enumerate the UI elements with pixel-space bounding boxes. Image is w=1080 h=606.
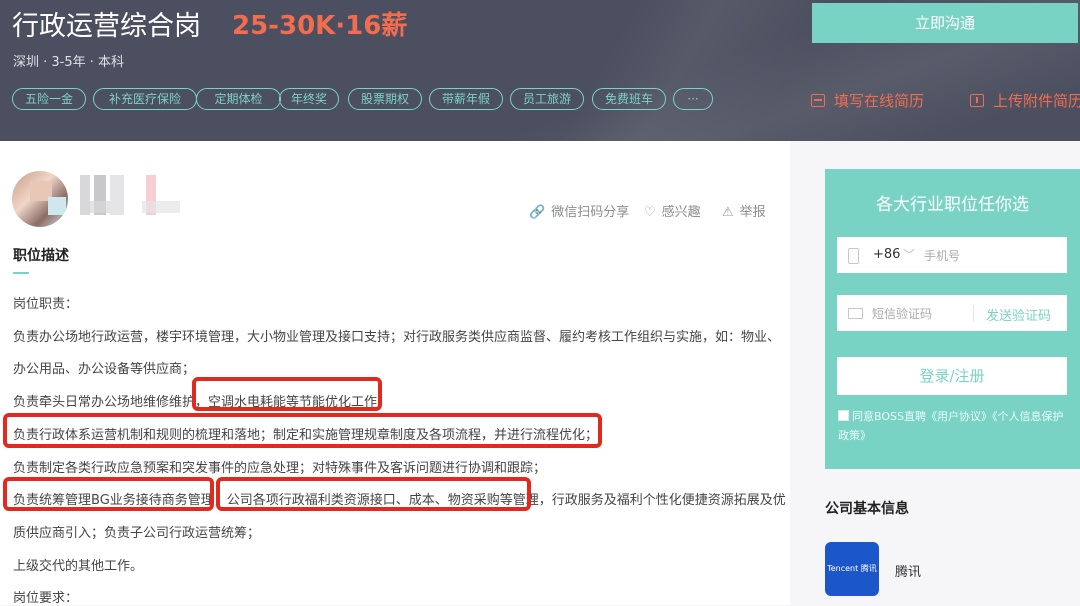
job-header: 行政运营综合岗 25-30K·16薪 深圳 · 3-5年 · 本科 五险一金 补… — [0, 0, 1080, 141]
login-panel: 各大行业职位任你选 +86 ﹀ 手机号 短信验证码 发送验证码 登录/注册 同意… — [825, 169, 1080, 469]
benefit-tag: 股票期权 — [348, 88, 422, 110]
company-logo[interactable]: Tencent 腾讯 — [825, 542, 879, 596]
share-label: 微信扫码分享 — [551, 205, 630, 220]
report-button[interactable]: ⚠ 举报 — [722, 201, 766, 220]
benefit-tag: 五险一金 — [12, 88, 86, 110]
warning-icon: ⚠ — [722, 205, 734, 220]
code-input-placeholder: 短信验证码 — [872, 307, 933, 321]
desc-line: 负责办公场地行政运营，楼宇环境管理，大小物业管理及接口支持；对行政服务类供应商监… — [13, 330, 781, 345]
agreement: 同意BOSS直聘《用户协议》《个人信息保护政策》 — [838, 407, 1070, 445]
highlight-box — [3, 413, 602, 448]
salary: 25-30K·16薪 — [232, 11, 408, 41]
interest-button[interactable]: ♡ 感兴趣 — [644, 201, 701, 220]
chat-now-button[interactable]: 立即沟通 — [812, 3, 1078, 43]
interest-label: 感兴趣 — [661, 205, 701, 220]
code-field[interactable]: 短信验证码 发送验证码 — [837, 295, 1067, 331]
phone-field[interactable]: +86 ﹀ 手机号 — [837, 237, 1067, 273]
job-meta: 深圳 · 3-5年 · 本科 — [13, 55, 125, 70]
desc-line: 负责制定各类行政应急预案和突发事件的应急处理；对特殊事件及客诉问题进行协调和跟踪… — [13, 461, 547, 476]
panel-title: 各大行业职位任你选 — [876, 195, 1029, 215]
chevron-down-icon: ﹀ — [903, 248, 916, 262]
recruiter-info-blurred — [80, 201, 205, 213]
benefit-tag: 带薪年假 — [429, 88, 503, 110]
fill-resume-label: 填写在线简历 — [834, 92, 925, 110]
phone-input-placeholder: 手机号 — [924, 249, 961, 263]
highlight-box — [192, 377, 382, 411]
upload-resume-link[interactable]: 上传附件简历 — [970, 90, 1080, 111]
upload-icon — [970, 94, 984, 107]
login-register-button[interactable]: 登录/注册 — [837, 357, 1067, 395]
desc-line: 岗位要求： — [13, 591, 79, 606]
job-detail: 🔗 微信扫码分享 ♡ 感兴趣 ⚠ 举报 职位描述 岗位职责： 负责办公场地行政运营，楼… — [0, 141, 790, 606]
link-icon: 🔗 — [529, 205, 546, 220]
company-name[interactable]: 腾讯 — [895, 561, 921, 580]
resume-form-icon — [811, 94, 825, 107]
benefit-tag: 补充医疗保险 — [93, 88, 197, 110]
job-title: 行政运营综合岗 — [12, 11, 201, 42]
benefit-tag: 年终奖 — [279, 88, 339, 110]
upload-resume-label: 上传附件简历 — [993, 92, 1080, 110]
desc-line: 办公用品、办公设备等供应商； — [13, 362, 196, 377]
benefit-tag: 员工旅游 — [510, 88, 584, 110]
desc-line: 上级交代的其他工作。 — [13, 559, 144, 574]
highlight-box — [216, 477, 531, 511]
agreement-text: 同意BOSS直聘《用户协议》《个人信息保护政策》 — [838, 410, 1064, 442]
section-underline — [13, 272, 29, 274]
company-section-title: 公司基本信息 — [825, 501, 909, 517]
benefit-tag: 免费班车 — [592, 88, 666, 110]
agreement-checkbox[interactable] — [838, 410, 849, 421]
highlight-box — [3, 477, 214, 511]
section-title: 职位描述 — [13, 248, 69, 264]
country-code-select[interactable]: +86 — [873, 247, 900, 262]
recruiter-avatar[interactable] — [12, 171, 68, 227]
phone-icon — [848, 248, 859, 264]
desc-line: 岗位职责： — [13, 297, 79, 312]
heart-icon: ♡ — [644, 205, 656, 220]
share-button[interactable]: 🔗 微信扫码分享 — [529, 201, 629, 220]
desc-line: 质供应商引入；负责子公司行政运营统筹； — [13, 526, 261, 541]
send-code-button[interactable]: 发送验证码 — [986, 305, 1051, 324]
message-icon — [848, 308, 863, 319]
report-label: 举报 — [739, 205, 766, 220]
more-tags-button[interactable]: ··· — [673, 88, 713, 110]
benefit-tag: 定期体检 — [196, 88, 281, 110]
fill-resume-link[interactable]: 填写在线简历 — [811, 90, 924, 111]
